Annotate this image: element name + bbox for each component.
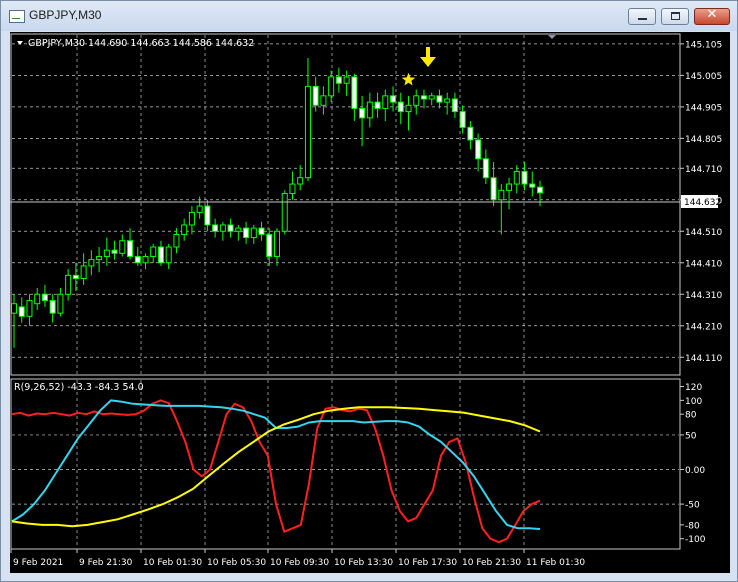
indicator-tick-label: 50 [685,431,697,441]
indicator-tick-label: 120 [685,383,702,393]
price-tick-label: 144.110 [685,354,722,364]
chart-area[interactable]: GBPJPY,M30 144.690 144.663 144.586 144.6… [10,32,730,573]
price-tick-label: 145.105 [685,40,722,50]
chart-canvas[interactable]: GBPJPY,M30 144.690 144.663 144.586 144.6… [10,32,730,573]
maximize-button[interactable] [661,8,689,25]
chart-window-icon [9,10,25,23]
price-tick-label: 144.310 [685,291,722,301]
current-price-label: 144.632 [684,198,721,208]
time-tick-label: 9 Feb 21:30 [79,558,133,568]
price-tick-label: 144.805 [685,135,722,145]
time-tick-label: 11 Feb 01:30 [526,558,585,568]
time-tick-label: 10 Feb 13:30 [334,558,393,568]
price-tick-label: 144.905 [685,103,722,113]
price-tick-label: 144.210 [685,322,722,332]
price-tick-label: 144.410 [685,259,722,269]
indicator-tick-label: -100 [685,535,706,545]
time-tick-label: 9 Feb 2021 [13,558,63,568]
maximize-icon [671,12,680,20]
time-tick-label: 10 Feb 01:30 [143,558,202,568]
title-bar[interactable]: GBPJPY,M30 ✕ [1,1,737,31]
indicator-tick-label: -50 [685,501,700,511]
time-tick-label: 10 Feb 09:30 [270,558,329,568]
time-tick-label: 10 Feb 21:30 [462,558,521,568]
indicator-tick-label: 0.00 [685,466,705,476]
price-tick-label: 144.510 [685,228,722,238]
indicator-tick-label: 80 [685,411,697,421]
price-tick-label: 144.710 [685,165,722,175]
time-tick-label: 10 Feb 17:30 [398,558,457,568]
chart-window: GBPJPY,M30 ✕ GBPJPY,M30 144.690 144.663 … [0,0,738,582]
minimize-icon [638,18,647,20]
indicator-label: R(9,26,52) -43.3 -84.3 54.0 [14,382,144,393]
indicator-tick-label: 100 [685,397,702,407]
chart-header: GBPJPY,M30 144.690 144.663 144.586 144.6… [28,38,254,49]
window-title: GBPJPY,M30 [29,8,102,22]
price-tick-label: 145.005 [685,72,722,82]
candle [281,190,288,235]
close-button[interactable]: ✕ [694,7,730,25]
time-tick-label: 10 Feb 05:30 [207,558,266,568]
close-icon: ✕ [706,7,718,22]
indicator-tick-label: -80 [685,521,700,531]
minimize-button[interactable] [628,8,656,25]
